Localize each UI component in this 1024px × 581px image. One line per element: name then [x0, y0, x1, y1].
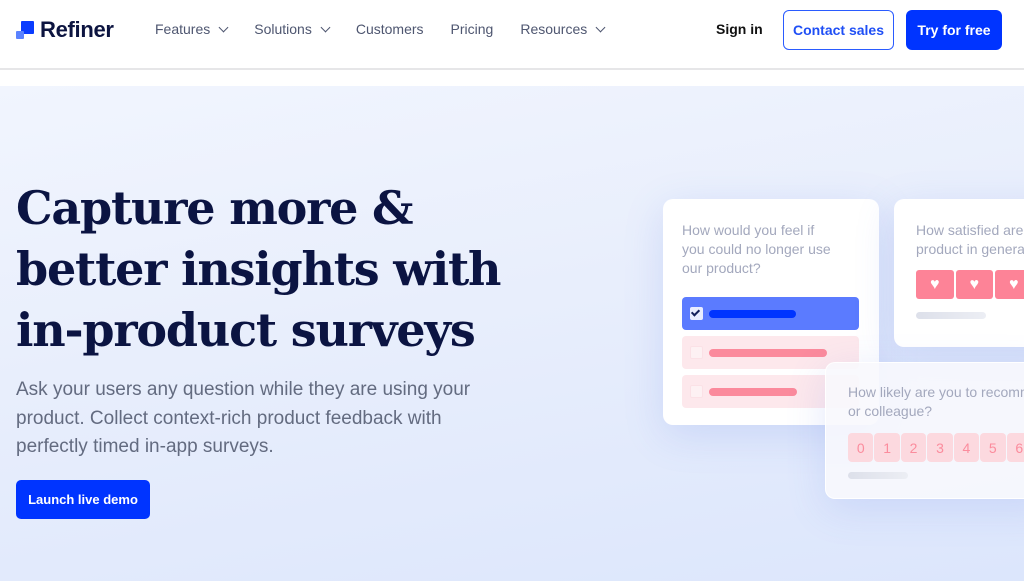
nps-score-button[interactable]: 1: [874, 433, 900, 462]
hero-subtitle: Ask your users any question while they a…: [16, 379, 471, 457]
brand-name: Refiner: [40, 17, 114, 42]
checkbox[interactable]: [690, 385, 703, 398]
survey-option-selected[interactable]: [682, 297, 859, 330]
heart-rating-button[interactable]: ♥: [995, 270, 1024, 299]
nav-label: Customers: [355, 21, 424, 37]
question-line: you could no longer use: [682, 241, 831, 257]
question-line: How would you feel if: [682, 222, 815, 238]
chevron-down-icon: [218, 22, 229, 32]
nav-label: Solutions: [254, 21, 312, 37]
sign-in-link[interactable]: Sign in: [716, 21, 763, 37]
question-line: product in general?: [916, 241, 1024, 257]
survey-card-nps: How likely are you to recommend us to a …: [825, 362, 1024, 499]
headline-line: better insights with: [16, 242, 501, 296]
headline-line: Capture more &: [16, 181, 414, 235]
option-placeholder-bar: [709, 388, 797, 396]
survey-question: How would you feel if you could no longe…: [682, 221, 860, 278]
chevron-down-icon: [320, 22, 331, 32]
launch-live-demo-button[interactable]: Launch live demo: [16, 480, 150, 519]
placeholder-bar: [916, 312, 986, 319]
survey-question: How likely are you to recommend us to a …: [848, 383, 1024, 421]
nav-label: Pricing: [450, 21, 494, 37]
nav-pricing[interactable]: Pricing: [451, 21, 494, 37]
hero-section: Capture more & better insights with in-p…: [0, 86, 1024, 581]
nps-score-button[interactable]: 3: [927, 433, 953, 462]
nps-score-button[interactable]: 2: [900, 433, 927, 462]
site-header: Refiner Features Solutions Customers Pri…: [0, 0, 1024, 70]
nps-score-button[interactable]: 0: [848, 433, 874, 462]
heart-icon: ♥: [1009, 275, 1019, 293]
logo-mark-icon: [16, 21, 34, 39]
question-line: our product?: [682, 260, 761, 276]
heart-icon: ♥: [969, 275, 980, 293]
checkbox[interactable]: [690, 346, 703, 359]
nps-score-button[interactable]: 5: [980, 433, 1006, 462]
try-for-free-button[interactable]: Try for free: [906, 10, 1002, 50]
nav-customers[interactable]: Customers: [356, 21, 424, 37]
nav-label: Resources: [520, 21, 588, 37]
survey-question: How satisfied are you with our product i…: [916, 221, 1024, 259]
heart-rating-button[interactable]: ♥: [916, 270, 954, 299]
question-line: How satisfied are you with our: [916, 222, 1024, 238]
heart-rating-button[interactable]: ♥: [955, 270, 993, 299]
checkbox-checked[interactable]: [690, 307, 703, 320]
nav-resources[interactable]: Resources: [520, 21, 606, 37]
nps-score-button[interactable]: 4: [953, 433, 980, 462]
option-placeholder-bar: [709, 310, 796, 318]
nps-scale: 0 1 2 3 4 5 6: [848, 433, 1024, 462]
nps-score-button[interactable]: 6: [1006, 433, 1024, 462]
headline-line: in-product surveys: [16, 303, 476, 357]
survey-card-satisfaction: How satisfied are you with our product i…: [894, 199, 1024, 347]
placeholder-bar: [848, 472, 908, 479]
nav-label: Features: [155, 21, 211, 37]
nav-solutions[interactable]: Solutions: [254, 21, 331, 37]
option-placeholder-bar: [709, 349, 827, 357]
nav-features[interactable]: Features: [155, 21, 229, 37]
heart-icon: ♥: [930, 275, 940, 293]
question-line: How likely are you to recommend us to a …: [848, 384, 1024, 400]
main-nav: Features Solutions Customers Pricing Res…: [155, 21, 631, 37]
heart-rating: ♥ ♥ ♥ ♥: [916, 270, 1024, 299]
hero-headline: Capture more & better insights with in-p…: [16, 178, 501, 361]
check-icon: [690, 307, 701, 317]
contact-sales-button[interactable]: Contact sales: [783, 10, 894, 50]
question-line: or colleague?: [848, 403, 933, 419]
brand-logo[interactable]: Refiner: [16, 17, 114, 43]
chevron-down-icon: [595, 22, 606, 32]
